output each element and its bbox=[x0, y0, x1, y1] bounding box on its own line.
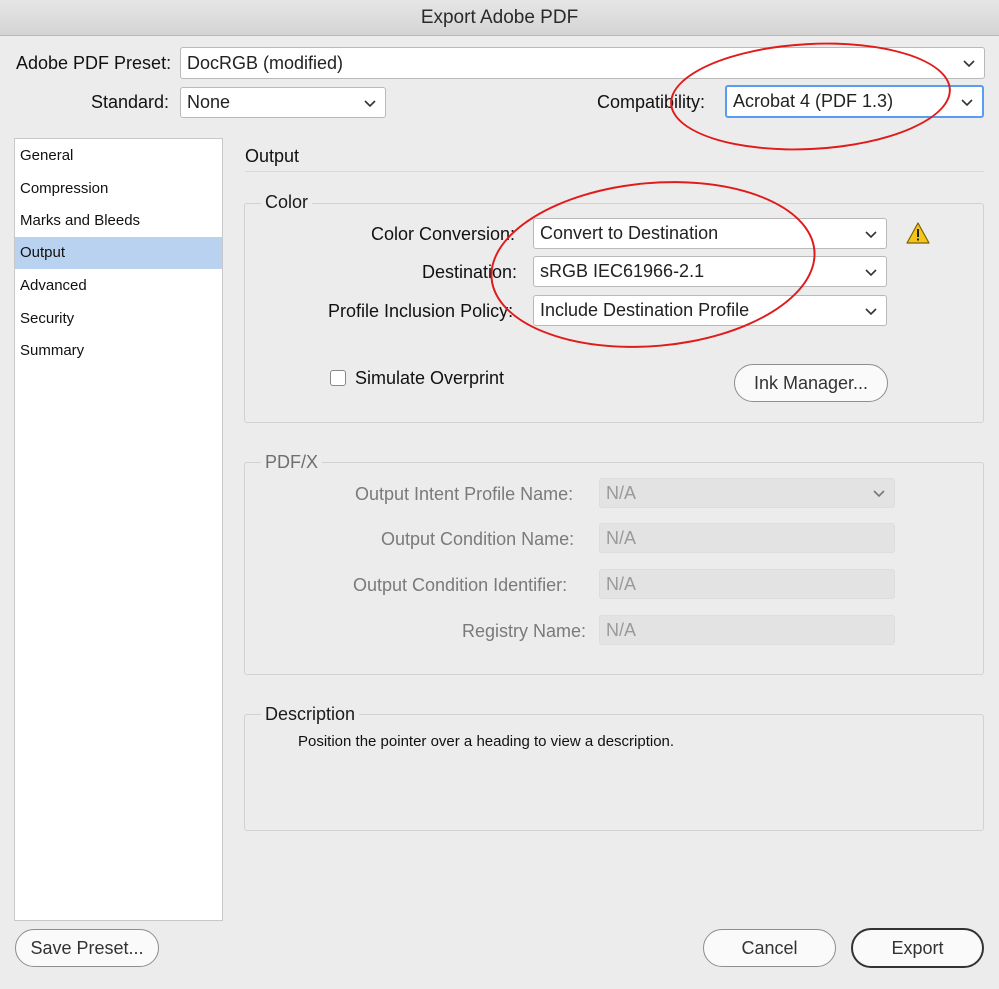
destination-select[interactable]: sRGB IEC61966-2.1 bbox=[533, 256, 887, 287]
sidebar-item-compression[interactable]: Compression bbox=[15, 173, 222, 205]
standard-select[interactable]: None bbox=[180, 87, 386, 118]
sidebar-item-summary[interactable]: Summary bbox=[15, 335, 222, 367]
preset-select[interactable]: DocRGB (modified) bbox=[180, 47, 985, 79]
color-conversion-value: Convert to Destination bbox=[540, 223, 719, 243]
profile-inclusion-policy-label: Profile Inclusion Policy: bbox=[328, 301, 514, 321]
description-group-legend: Description bbox=[261, 704, 360, 725]
output-condition-name-label: Output Condition Name: bbox=[381, 529, 575, 549]
page-title: Output bbox=[245, 146, 300, 166]
preset-label: Adobe PDF Preset: bbox=[16, 53, 172, 73]
pdfx-group-legend: PDF/X bbox=[261, 452, 323, 473]
output-intent-label: Output Intent Profile Name: bbox=[355, 484, 574, 504]
simulate-overprint-checkbox[interactable] bbox=[330, 370, 346, 386]
compatibility-label: Compatibility: bbox=[597, 92, 706, 112]
registry-name-label: Registry Name: bbox=[462, 621, 587, 641]
window-title: Export Adobe PDF bbox=[0, 0, 999, 36]
output-condition-identifier-label: Output Condition Identifier: bbox=[353, 575, 568, 595]
output-condition-identifier-field[interactable]: N/A bbox=[599, 569, 895, 599]
profile-inclusion-policy-value: Include Destination Profile bbox=[540, 300, 750, 320]
description-text: Position the pointer over a heading to v… bbox=[298, 733, 675, 750]
chevron-down-icon bbox=[364, 99, 376, 107]
sidebar-item-security[interactable]: Security bbox=[15, 303, 222, 335]
compatibility-value: Acrobat 4 (PDF 1.3) bbox=[733, 91, 894, 111]
warning-icon bbox=[906, 222, 930, 244]
color-group-legend: Color bbox=[261, 192, 313, 213]
output-intent-select[interactable]: N/A bbox=[599, 478, 895, 508]
save-preset-button[interactable]: Save Preset... bbox=[15, 929, 159, 967]
registry-name-value: N/A bbox=[606, 620, 637, 640]
chevron-down-icon bbox=[865, 268, 877, 276]
chevron-down-icon bbox=[961, 98, 973, 106]
output-intent-value: N/A bbox=[606, 483, 637, 503]
simulate-overprint-label[interactable]: Simulate Overprint bbox=[355, 368, 504, 389]
destination-label: Destination: bbox=[422, 262, 518, 282]
output-condition-name-field[interactable]: N/A bbox=[599, 523, 895, 553]
sidebar-item-output[interactable]: Output bbox=[15, 237, 222, 269]
profile-inclusion-policy-select[interactable]: Include Destination Profile bbox=[533, 295, 887, 326]
sidebar-item-advanced[interactable]: Advanced bbox=[15, 270, 222, 302]
description-group bbox=[244, 714, 984, 831]
chevron-down-icon bbox=[873, 490, 885, 498]
sidebar-item-marks-and-bleeds[interactable]: Marks and Bleeds bbox=[15, 205, 222, 237]
preset-value: DocRGB (modified) bbox=[187, 53, 344, 73]
heading-divider bbox=[245, 171, 984, 172]
color-conversion-select[interactable]: Convert to Destination bbox=[533, 218, 887, 249]
chevron-down-icon bbox=[963, 60, 975, 68]
ink-manager-button[interactable]: Ink Manager... bbox=[734, 364, 888, 402]
standard-value: None bbox=[187, 92, 231, 112]
output-condition-identifier-value: N/A bbox=[606, 574, 637, 594]
sidebar: General Compression Marks and Bleeds Out… bbox=[14, 138, 223, 921]
output-condition-name-value: N/A bbox=[606, 528, 637, 548]
standard-label: Standard: bbox=[91, 92, 170, 112]
cancel-button[interactable]: Cancel bbox=[703, 929, 836, 967]
color-conversion-label: Color Conversion: bbox=[371, 224, 516, 244]
compatibility-select[interactable]: Acrobat 4 (PDF 1.3) bbox=[725, 85, 984, 118]
registry-name-field[interactable]: N/A bbox=[599, 615, 895, 645]
chevron-down-icon bbox=[865, 307, 877, 315]
chevron-down-icon bbox=[865, 230, 877, 238]
destination-value: sRGB IEC61966-2.1 bbox=[540, 261, 705, 281]
sidebar-item-general[interactable]: General bbox=[15, 140, 222, 172]
export-button[interactable]: Export bbox=[851, 928, 984, 968]
